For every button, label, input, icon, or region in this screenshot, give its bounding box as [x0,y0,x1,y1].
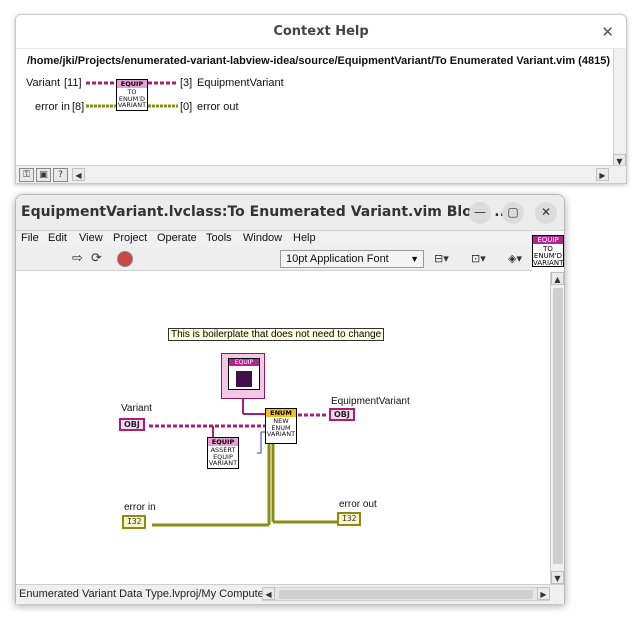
context-help-vertical-scrollbar[interactable]: ▼ [613,49,626,167]
menu-file[interactable]: File [21,232,39,244]
label-variant[interactable]: Variant [121,403,152,414]
menu-window[interactable]: Window [243,232,282,244]
input-label-variant: Variant [26,77,61,89]
block-diagram-vertical-scrollbar[interactable]: ▲ ▼ [550,272,564,584]
block-diagram-titlebar[interactable]: EquipmentVariant.lvclass:To Enumerated V… [16,195,564,231]
vi-path: /home/jki/Projects/enumerated-variant-la… [27,55,610,67]
help-question-icon[interactable]: ? [53,168,68,182]
label-error-in[interactable]: error in [124,502,156,513]
vi-icon: EQUIP TO ENUM'D VARIANT [532,235,564,267]
maximize-button[interactable]: ▢ [502,202,524,224]
menu-operate[interactable]: Operate [157,232,197,244]
lock-icon[interactable]: ⚿ [19,168,34,182]
status-bar: Enumerated Variant Data Type.lvproj/My C… [16,584,564,604]
menu-edit[interactable]: Edit [48,232,67,244]
block-diagram-horizontal-scrollbar[interactable]: ◀ ▶ [262,587,550,601]
vertical-scroll-thumb[interactable] [553,288,563,564]
scroll-up-icon[interactable]: ▲ [551,272,564,285]
subvi-assert-equip-variant[interactable]: EQUIP ASSERT EQUIP VARIANT [207,437,239,469]
close-button[interactable]: ✕ [535,202,557,224]
label-error-out[interactable]: error out [339,499,377,510]
block-diagram-window: EquipmentVariant.lvclass:To Enumerated V… [15,194,565,604]
run-continuously-icon[interactable]: ⟳ [91,251,102,267]
context-help-footer: ⚿ ▣ ? ◀ ▶ [16,165,626,183]
block-diagram-title: EquipmentVariant.lvclass:To Enumerated V… [21,204,511,220]
output-label-equipment-variant: EquipmentVariant [197,77,284,89]
run-arrow-icon[interactable]: ⇨ [72,251,83,267]
scroll-right-icon[interactable]: ▶ [537,587,550,600]
project-path: Enumerated Variant Data Type.lvproj/My C… [19,588,268,600]
context-help-window: Context Help ✕ /home/jki/Projects/enumer… [15,14,627,184]
menu-help[interactable]: Help [293,232,316,244]
terminal-equipment-variant[interactable]: OBJ [329,408,355,421]
menu-tools[interactable]: Tools [206,232,232,244]
context-help-node-icon: EQUIP TO ENUM'D VARIANT [116,79,148,111]
boilerplate-comment[interactable]: This is boilerplate that does not need t… [168,328,385,341]
block-diagram-canvas[interactable]: This is boilerplate that does not need t… [17,272,550,584]
detailed-help-icon[interactable]: ▣ [36,168,51,182]
scroll-left-icon[interactable]: ◀ [72,168,85,181]
chevron-down-icon: ▼ [410,254,419,264]
input-index-error-in: [8] [72,101,85,113]
label-equipment-variant[interactable]: EquipmentVariant [331,396,410,407]
input-index-variant: [11] [64,77,82,89]
toolbar: ⇨ ⟳ 10pt Application Font ▼ ⊟▾ ⊡▾ ◈▾ [16,247,532,271]
scroll-right-icon[interactable]: ▶ [596,168,609,181]
font-select[interactable]: 10pt Application Font ▼ [280,250,424,268]
class-constant[interactable]: EQUIP [221,353,265,399]
menu-bar: File Edit View Project Operate Tools Win… [16,231,532,247]
horizontal-scroll-thumb[interactable] [279,590,533,599]
output-index-error-out: [0] [180,101,193,113]
menu-project[interactable]: Project [113,232,147,244]
abort-icon[interactable] [117,251,133,267]
terminal-error-out[interactable]: I32 [337,512,362,526]
menu-view[interactable]: View [79,232,103,244]
input-label-error-in: error in [35,101,70,113]
scroll-left-icon[interactable]: ◀ [262,587,275,600]
output-label-error-out: error out [197,101,239,113]
output-index-equipment-variant: [3] [180,77,193,89]
align-objects-icon[interactable]: ⊟▾ [434,251,449,267]
subvi-new-enum-variant[interactable]: ENUM NEW ENUM VARIANT [265,408,297,444]
scroll-down-icon[interactable]: ▼ [551,571,564,584]
reorder-icon[interactable]: ◈▾ [508,251,522,267]
context-help-close-icon[interactable]: ✕ [601,23,614,41]
terminal-variant[interactable]: OBJ [119,418,145,431]
context-help-title: Context Help [16,15,626,49]
distribute-objects-icon[interactable]: ⊡▾ [471,251,486,267]
terminal-error-in[interactable]: I32 [122,515,147,529]
minimize-button[interactable]: — [469,202,491,224]
cube-icon [236,371,252,387]
class-constant-icon: EQUIP [228,358,260,390]
